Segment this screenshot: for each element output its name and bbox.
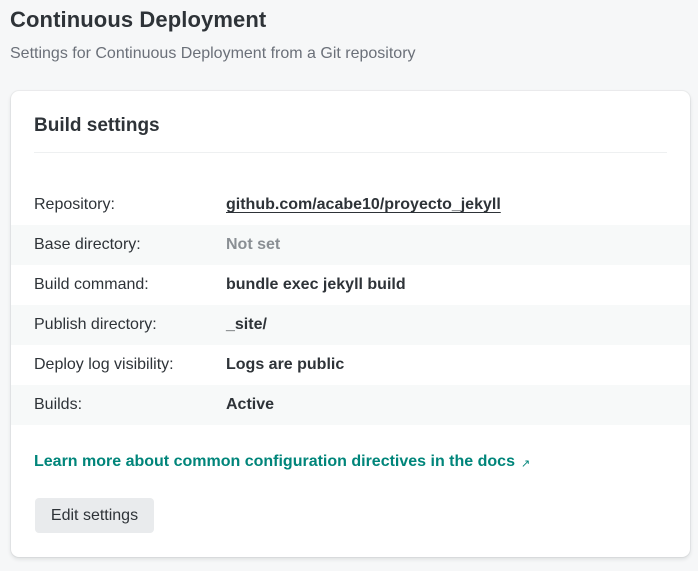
divider xyxy=(34,152,667,153)
repository-link[interactable]: github.com/acabe10/proyecto_jekyll xyxy=(226,196,501,214)
row-value: bundle exec jekyll build xyxy=(226,276,406,293)
docs-link[interactable]: Learn more about common configuration di… xyxy=(34,453,530,471)
row-value: _site/ xyxy=(226,316,267,333)
edit-settings-button[interactable]: Edit settings xyxy=(35,498,154,533)
row-build-command: Build command: bundle exec jekyll build xyxy=(11,265,690,305)
row-base-directory: Base directory: Not set xyxy=(11,225,690,265)
row-deploy-log-visibility: Deploy log visibility: Logs are public xyxy=(11,345,690,385)
row-value: Active xyxy=(226,396,275,413)
row-label: Publish directory: xyxy=(34,316,157,333)
row-publish-directory: Publish directory: _site/ xyxy=(11,305,690,345)
row-value: Logs are public xyxy=(226,356,345,373)
build-settings-card: Build settings Repository: github.com/ac… xyxy=(11,91,690,557)
card-title: Build settings xyxy=(34,115,160,136)
row-label: Deploy log visibility: xyxy=(34,356,174,373)
row-label: Repository: xyxy=(34,196,115,213)
row-label: Build command: xyxy=(34,276,149,293)
external-link-arrow-icon: ↗ xyxy=(520,458,531,470)
row-builds: Builds: Active xyxy=(11,385,690,425)
row-repository: Repository: github.com/acabe10/proyecto_… xyxy=(11,185,690,225)
page-subtitle: Settings for Continuous Deployment from … xyxy=(10,45,416,62)
settings-list: Repository: github.com/acabe10/proyecto_… xyxy=(11,185,690,425)
row-label: Builds: xyxy=(34,396,83,413)
page-title: Continuous Deployment xyxy=(10,7,267,32)
row-label: Base directory: xyxy=(34,236,141,253)
docs-link-label: Learn more about common configuration di… xyxy=(34,453,515,470)
row-value: Not set xyxy=(226,236,281,253)
